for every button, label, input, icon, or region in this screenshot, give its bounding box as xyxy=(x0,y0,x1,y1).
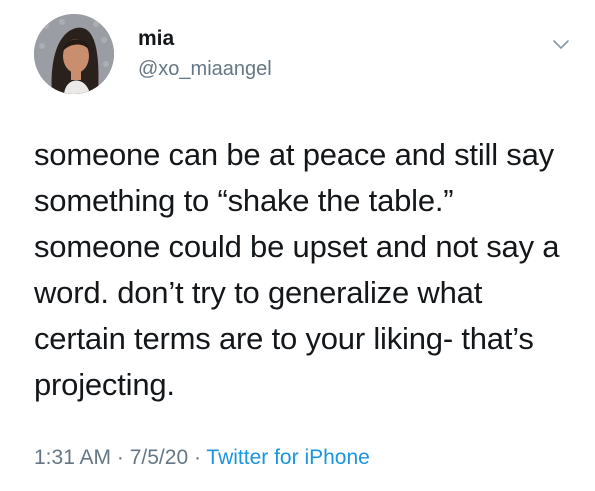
user-handle[interactable]: @xo_miaangel xyxy=(138,56,272,82)
meta-separator: · xyxy=(188,446,207,469)
tweet-time[interactable]: 1:31 AM xyxy=(34,446,111,469)
display-name[interactable]: mia xyxy=(138,26,272,52)
meta-separator: · xyxy=(111,446,130,469)
chevron-down-icon[interactable] xyxy=(551,34,571,54)
avatar[interactable] xyxy=(34,14,114,94)
tweet-header: mia @xo_miaangel xyxy=(34,14,575,98)
avatar-photo-icon xyxy=(34,14,114,94)
tweet-meta: 1:31 AM · 7/5/20 · Twitter for iPhone xyxy=(34,444,370,472)
user-names: mia @xo_miaangel xyxy=(138,26,272,82)
tweet-source-link[interactable]: Twitter for iPhone xyxy=(206,446,369,469)
tweet-text: someone can be at peace and still say so… xyxy=(34,137,568,402)
tweet-date[interactable]: 7/5/20 xyxy=(130,446,188,469)
